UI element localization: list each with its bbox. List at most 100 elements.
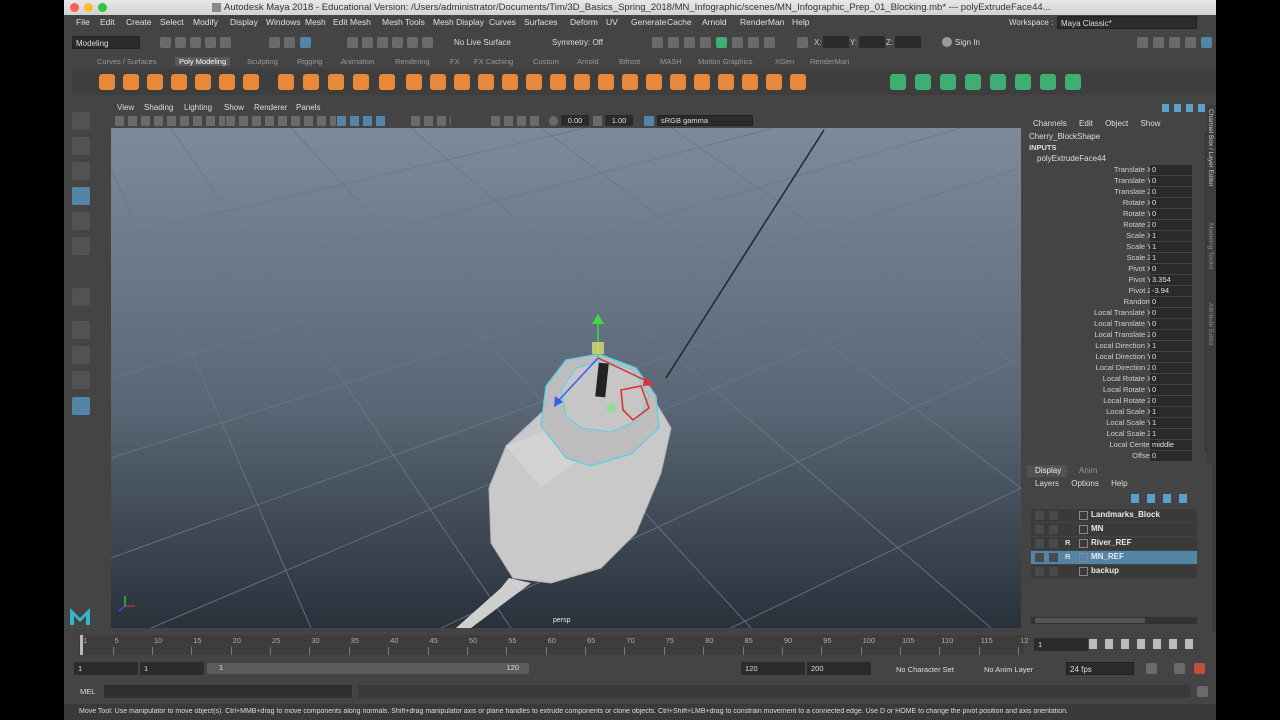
uv-unfold-icon[interactable] — [1040, 74, 1056, 90]
layer-name[interactable]: Landmarks_Block — [1091, 510, 1160, 519]
layer-row-mn[interactable]: MN — [1031, 523, 1197, 536]
zoom-window-button[interactable] — [98, 3, 107, 12]
channel-value-field[interactable]: 1 — [1150, 429, 1192, 439]
poly-cube-icon[interactable] — [123, 74, 139, 90]
layer-name[interactable]: MN — [1091, 524, 1103, 533]
channel-value-field[interactable]: 0 — [1150, 363, 1192, 373]
menu-modify[interactable]: Modify — [193, 17, 218, 27]
workspace-dropdown[interactable]: Maya Classic* — [1057, 16, 1197, 29]
shelf-tab-poly-modeling[interactable]: Poly Modeling — [175, 57, 231, 66]
channel-row[interactable]: Local Rotate Z0 — [1027, 396, 1202, 407]
layer-name[interactable]: River_REF — [1091, 538, 1131, 547]
merge-vertex-icon[interactable] — [670, 74, 686, 90]
layer-color-swatch[interactable] — [1079, 567, 1088, 576]
fill-hole-icon[interactable] — [646, 74, 662, 90]
channel-value-field[interactable]: -3.94 — [1150, 286, 1192, 296]
channel-row[interactable]: Rotate Y0 — [1027, 209, 1202, 220]
options-menu[interactable]: Options — [1071, 479, 1099, 488]
channel-value-field[interactable]: 1 — [1150, 242, 1192, 252]
render-setup-icon[interactable] — [732, 37, 743, 48]
show-menu[interactable]: Show — [1140, 119, 1160, 128]
close-window-button[interactable] — [70, 3, 79, 12]
playback-controls[interactable] — [1089, 639, 1201, 649]
shelf-tab-rigging[interactable]: Rigging — [297, 57, 322, 66]
help-menu[interactable]: Help — [1111, 479, 1127, 488]
channel-row[interactable]: Translate Z0 — [1027, 187, 1202, 198]
layer-row-landmarks-block[interactable]: Landmarks_Block — [1031, 509, 1197, 522]
layers-menu[interactable]: Layers — [1035, 479, 1059, 488]
snap-point-icon[interactable] — [377, 37, 388, 48]
mirror-icon[interactable] — [502, 74, 518, 90]
viewport-menu-renderer[interactable]: Renderer — [254, 103, 287, 112]
select-hierarchy-icon[interactable] — [269, 37, 280, 48]
attribute-editor-tab[interactable]: Attribute Editor — [1207, 303, 1214, 346]
bridge-icon[interactable] — [574, 74, 590, 90]
channel-value-field[interactable]: 0 — [1150, 198, 1192, 208]
viewport-menu-show[interactable]: Show — [224, 103, 244, 112]
channel-row[interactable]: Local Scale Y1 — [1027, 418, 1202, 429]
menu-mesh[interactable]: Mesh — [305, 17, 326, 27]
y-coordinate-field[interactable] — [859, 36, 885, 48]
channel-row[interactable]: Offset 0 — [1027, 451, 1202, 462]
channel-value-field[interactable]: 1 — [1150, 253, 1192, 263]
symmetry-dropdown[interactable]: Symmetry: Off — [552, 38, 603, 47]
separate-icon[interactable] — [430, 74, 446, 90]
exposure-field[interactable]: 0.00 — [561, 115, 589, 126]
channel-row[interactable]: Pivot Y 3.354 — [1027, 275, 1202, 286]
insert-edge-loop-icon[interactable] — [742, 74, 758, 90]
extrude-pivot-handle[interactable] — [606, 403, 616, 413]
target-weld-icon[interactable] — [694, 74, 710, 90]
poly-cone-icon[interactable] — [171, 74, 187, 90]
z-coordinate-field[interactable] — [895, 36, 921, 48]
display-tab[interactable]: Display — [1027, 465, 1067, 477]
channel-value-field[interactable]: 0 — [1150, 330, 1192, 340]
uv-editor-icon[interactable] — [990, 74, 1006, 90]
channel-value-field[interactable]: 3.354 — [1150, 275, 1192, 285]
anim-tab[interactable]: Anim — [1079, 466, 1097, 475]
layer-playback-toggle[interactable] — [1049, 525, 1058, 534]
menu-display[interactable]: Display — [230, 17, 258, 27]
channel-value-field[interactable]: 1 — [1150, 418, 1192, 428]
menu-file[interactable]: File — [76, 17, 90, 27]
channel-value-field[interactable]: 0 — [1150, 396, 1192, 406]
isolate-icons[interactable] — [491, 116, 541, 126]
channel-row[interactable]: Translate Y0 — [1027, 176, 1202, 187]
menu-windows[interactable]: Windows — [266, 17, 300, 27]
poly-plane-icon[interactable] — [219, 74, 235, 90]
svg-tool-icon[interactable] — [353, 74, 369, 90]
loop-icon[interactable] — [1146, 663, 1157, 674]
channel-value-field[interactable]: 1 — [1150, 231, 1192, 241]
uv-planar-icon[interactable] — [890, 74, 906, 90]
select-tool-icon[interactable] — [72, 112, 90, 130]
snap-curve-icon[interactable] — [362, 37, 373, 48]
shelf-tab-motion-graphics[interactable]: Motion Graphics — [698, 57, 753, 66]
save-scene-icon[interactable] — [190, 37, 201, 48]
current-time-marker[interactable] — [80, 635, 83, 655]
append-polygon-icon[interactable] — [622, 74, 638, 90]
move-tool-icon[interactable] — [72, 187, 90, 205]
sign-in-button[interactable]: Sign In — [955, 38, 980, 47]
channel-row[interactable]: Scale Z1 — [1027, 253, 1202, 264]
smooth-icon[interactable] — [454, 74, 470, 90]
channel-row[interactable]: Local Translate Z0 — [1027, 330, 1202, 341]
menu-set-dropdown[interactable]: Modeling — [72, 36, 140, 49]
persp-outliner-icon[interactable] — [72, 371, 90, 389]
quad-draw-icon[interactable] — [790, 74, 806, 90]
transform-mode-icon[interactable] — [797, 37, 808, 48]
channel-row[interactable]: Local Translate X0 — [1027, 308, 1202, 319]
layer-color-swatch[interactable] — [1079, 553, 1088, 562]
minimize-window-button[interactable] — [84, 3, 93, 12]
layer-color-swatch[interactable] — [1079, 511, 1088, 520]
layer-action-icons[interactable] — [1131, 494, 1193, 503]
playback-end-field[interactable]: 120 — [741, 662, 805, 675]
shading-mode-icons[interactable] — [337, 116, 387, 126]
perspective-viewport[interactable]: persp — [111, 128, 1021, 628]
tool-settings-icon[interactable] — [1169, 37, 1180, 48]
shelf-tab-bifrost[interactable]: Bifrost — [619, 57, 640, 66]
viewport-menu-view[interactable]: View — [117, 103, 134, 112]
extract-icon[interactable] — [526, 74, 542, 90]
layer-playback-toggle[interactable] — [1049, 553, 1058, 562]
menu-renderman[interactable]: RenderMan — [740, 17, 784, 27]
gamma-field[interactable]: 1.00 — [605, 115, 633, 126]
menu-cache[interactable]: Cache — [667, 17, 692, 27]
